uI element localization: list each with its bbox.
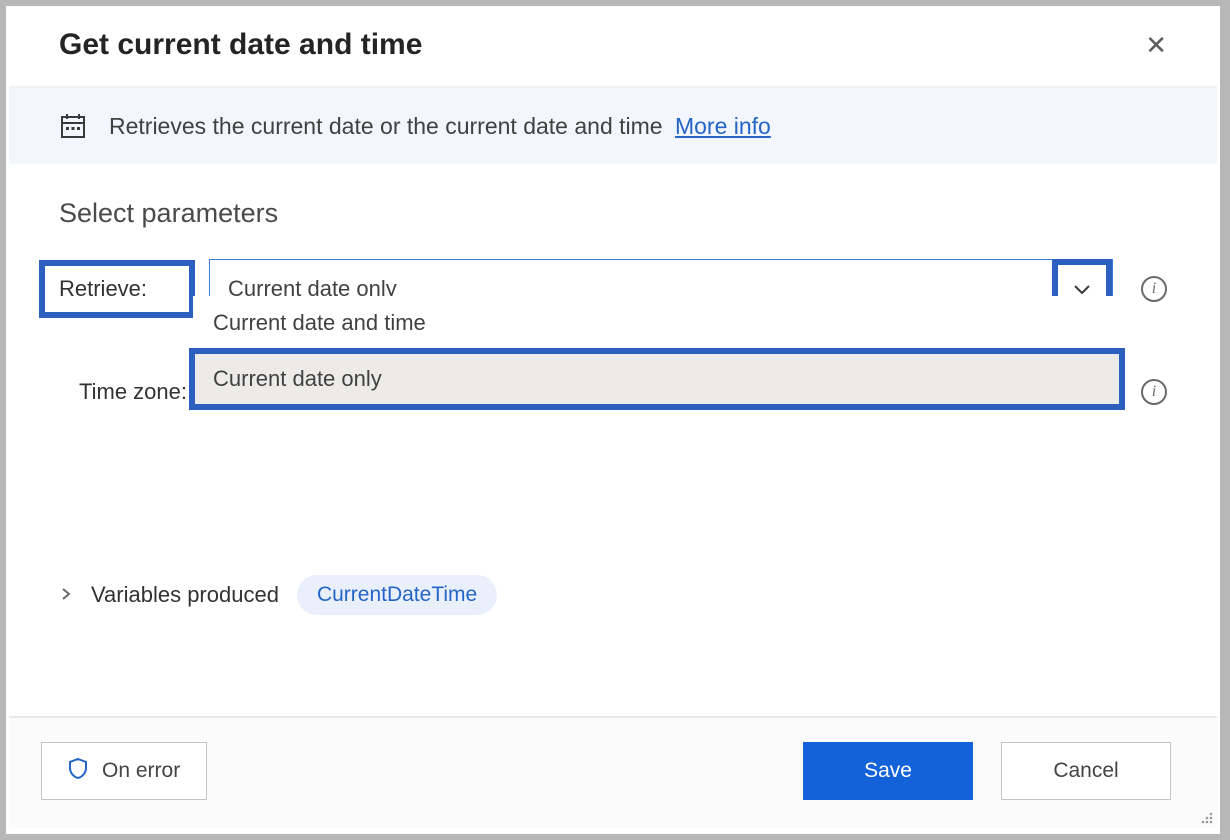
close-button[interactable]: ✕ [1135, 26, 1177, 64]
action-config-dialog: Get current date and time ✕ Retrieves [9, 6, 1217, 828]
shield-icon [68, 757, 88, 785]
section-title: Select parameters [59, 198, 1167, 229]
dialog-header: Get current date and time ✕ [9, 6, 1217, 88]
dialog-body: Select parameters Retrieve: Current date… [9, 164, 1217, 615]
on-error-label: On error [102, 759, 180, 783]
cancel-button[interactable]: Cancel [1001, 742, 1171, 800]
dialog-title: Get current date and time [59, 28, 422, 62]
timezone-label: Time zone: [59, 369, 199, 415]
save-button[interactable]: Save [803, 742, 973, 800]
close-icon: ✕ [1145, 30, 1167, 60]
variable-output-pill[interactable]: CurrentDateTime [297, 575, 497, 615]
timezone-info-icon[interactable]: i [1141, 379, 1167, 405]
retrieve-label: Retrieve: [39, 260, 195, 318]
chevron-right-icon [59, 587, 73, 601]
on-error-button[interactable]: On error [41, 742, 207, 800]
description-text: Retrieves the current date or the curren… [109, 113, 771, 140]
dialog-footer: On error Save Cancel [9, 716, 1217, 828]
retrieve-info-icon[interactable]: i [1141, 276, 1167, 302]
calendar-icon [59, 112, 87, 140]
retrieve-dropdown-list: Current date and time Current date only [193, 296, 1121, 408]
retrieve-option-datetime[interactable]: Current date and time [193, 296, 1121, 350]
variables-produced-row: Variables produced CurrentDateTime [59, 575, 1167, 615]
description-bar: Retrieves the current date or the curren… [9, 88, 1217, 164]
footer-actions: Save Cancel [803, 742, 1171, 800]
retrieve-option-dateonly[interactable]: Current date only [189, 348, 1125, 410]
variables-toggle[interactable] [59, 585, 73, 606]
more-info-link[interactable]: More info [675, 113, 771, 139]
variables-label: Variables produced [91, 582, 279, 608]
